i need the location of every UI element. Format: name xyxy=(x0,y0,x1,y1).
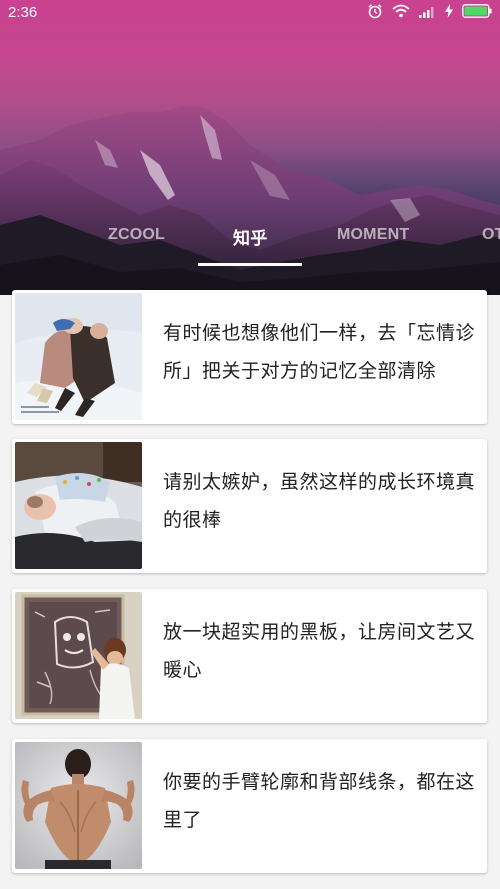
status-bar: 2:36 xyxy=(0,0,500,26)
man-back-muscles-image xyxy=(15,742,142,869)
list-item[interactable]: 你要的手臂轮廓和背部线条，都在这里了 xyxy=(12,739,487,873)
card-title: 请别太嫉妒，虽然这样的成长环境真的很棒 xyxy=(163,471,476,531)
alarm-icon xyxy=(367,3,383,23)
tab-zhihu[interactable]: 知乎 xyxy=(233,224,267,249)
status-time: 2:36 xyxy=(8,4,38,21)
battery-icon xyxy=(462,4,492,22)
child-chalkboard-image xyxy=(15,592,142,719)
wifi-icon xyxy=(392,4,410,22)
tab-other[interactable]: OT xyxy=(482,226,500,244)
list-item[interactable]: 放一块超实用的黑板，让房间文艺又暖心 xyxy=(12,589,487,723)
tab-moment[interactable]: MOMENT xyxy=(337,226,409,244)
charging-icon xyxy=(445,4,453,22)
card-title: 你要的手臂轮廓和背部线条，都在这里了 xyxy=(163,771,476,831)
couple-in-snow-image xyxy=(15,293,142,420)
signal-icon xyxy=(419,4,436,22)
tab-zcool[interactable]: ZCOOL xyxy=(108,226,165,244)
header-banner: 2:36 ZCOOL 知乎 MOMENT OT xyxy=(0,0,500,295)
list-item[interactable]: 请别太嫉妒，虽然这样的成长环境真的很棒 xyxy=(12,439,487,573)
list-item[interactable]: 有时候也想像他们一样，去「忘情诊所」把关于对方的记忆全部清除 xyxy=(12,290,487,424)
baby-sleeping-image xyxy=(15,442,142,569)
card-title: 有时候也想像他们一样，去「忘情诊所」把关于对方的记忆全部清除 xyxy=(163,322,476,382)
active-tab-indicator xyxy=(198,263,302,266)
card-title: 放一块超实用的黑板，让房间文艺又暖心 xyxy=(163,621,476,681)
tab-bar: ZCOOL 知乎 MOMENT OT xyxy=(0,218,500,268)
